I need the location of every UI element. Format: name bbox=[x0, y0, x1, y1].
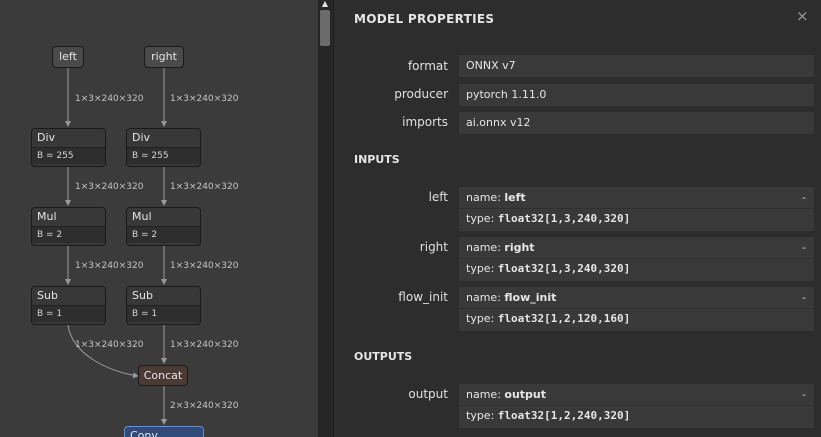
inputs-section-title: INPUTS bbox=[354, 153, 400, 166]
graph-node-mul-right[interactable]: Mul B = 2 bbox=[126, 207, 201, 246]
argument-expand-toggle[interactable]: - bbox=[802, 291, 806, 304]
scroll-up-icon[interactable]: ▲ bbox=[320, 0, 330, 8]
argument-name: name: flow_init bbox=[466, 291, 556, 304]
argument-type-value: float32[1,3,240,320] bbox=[497, 262, 631, 275]
argument-name-prefix: name: bbox=[466, 191, 505, 204]
input-label-flow-init: flow_init bbox=[398, 290, 448, 304]
edge-label-left-div: 1×3×240×320 bbox=[75, 94, 144, 104]
node-type: Div bbox=[32, 129, 105, 147]
argument-name-prefix: name: bbox=[466, 388, 505, 401]
property-label-imports: imports bbox=[402, 115, 448, 129]
node-type: Div bbox=[127, 129, 200, 147]
argument-type-prefix: type: bbox=[466, 312, 498, 325]
scrollbar-thumb[interactable] bbox=[320, 10, 330, 46]
node-attribute: B = 1 bbox=[127, 305, 200, 322]
input-argument-left: name: left - type: float32[1,3,240,320] bbox=[459, 187, 814, 231]
edge-label-div-mul-left: 1×3×240×320 bbox=[75, 182, 144, 192]
argument-type-prefix: type: bbox=[466, 262, 498, 275]
edge-label-sub-concat-right: 1×3×240×320 bbox=[170, 340, 239, 350]
argument-type: type: float32[1,3,240,320] bbox=[466, 262, 630, 275]
graph-node-sub-right[interactable]: Sub B = 1 bbox=[126, 286, 201, 325]
argument-expand-toggle[interactable]: - bbox=[802, 241, 806, 254]
property-label-producer: producer bbox=[394, 87, 448, 101]
node-attribute: B = 1 bbox=[32, 305, 105, 322]
argument-divider bbox=[459, 308, 814, 309]
argument-name-value: right bbox=[504, 241, 535, 254]
argument-type: type: float32[1,2,240,320] bbox=[466, 409, 630, 422]
edge-label-right-div: 1×3×240×320 bbox=[170, 94, 239, 104]
graph-node-mul-left[interactable]: Mul B = 2 bbox=[31, 207, 106, 246]
outputs-section-title: OUTPUTS bbox=[354, 350, 413, 363]
node-type: Mul bbox=[32, 208, 105, 226]
edge-sub-concat-left bbox=[67, 324, 139, 379]
node-type: Mul bbox=[127, 208, 200, 226]
property-value-imports: ai.onnx v12 bbox=[459, 112, 814, 134]
node-type: Sub bbox=[32, 287, 105, 305]
argument-name-prefix: name: bbox=[466, 241, 505, 254]
property-label-format: format bbox=[407, 59, 448, 73]
edge-label-mul-sub-right: 1×3×240×320 bbox=[170, 261, 239, 271]
edge-label-sub-concat-left: 1×3×240×320 bbox=[75, 340, 144, 350]
argument-type-value: float32[1,2,120,160] bbox=[497, 312, 631, 325]
argument-expand-toggle[interactable]: - bbox=[802, 191, 806, 204]
close-icon[interactable]: × bbox=[796, 7, 809, 25]
argument-name: name: output bbox=[466, 388, 546, 401]
node-attribute: B = 2 bbox=[127, 226, 200, 243]
graph-input-left[interactable]: left bbox=[52, 46, 84, 68]
argument-type-value: float32[1,2,240,320] bbox=[497, 409, 631, 422]
graph-input-right[interactable]: right bbox=[144, 46, 184, 68]
argument-name-value: left bbox=[504, 191, 526, 204]
graph-node-sub-left[interactable]: Sub B = 1 bbox=[31, 286, 106, 325]
input-argument-right: name: right - type: float32[1,3,240,320] bbox=[459, 237, 814, 281]
graph-node-conv[interactable]: Conv bbox=[124, 426, 204, 437]
output-label-output: output bbox=[408, 387, 448, 401]
input-label-left: left bbox=[428, 190, 448, 204]
property-value-producer: pytorch 1.11.0 bbox=[459, 84, 814, 106]
node-type: Conv bbox=[130, 429, 158, 437]
argument-name-prefix: name: bbox=[466, 291, 505, 304]
panel-title: MODEL PROPERTIES bbox=[354, 12, 495, 26]
argument-type-value: float32[1,3,240,320] bbox=[497, 212, 631, 225]
graph-input-left-label: left bbox=[59, 50, 77, 63]
argument-name: name: right bbox=[466, 241, 535, 254]
argument-type: type: float32[1,3,240,320] bbox=[466, 212, 630, 225]
node-type: Sub bbox=[127, 287, 200, 305]
model-properties-panel: MODEL PROPERTIES × format ONNX v7 produc… bbox=[333, 0, 821, 437]
argument-divider bbox=[459, 405, 814, 406]
graph-input-right-label: right bbox=[151, 50, 177, 63]
argument-type-prefix: type: bbox=[466, 212, 498, 225]
graph-scrollbar[interactable] bbox=[318, 0, 333, 437]
edge-label-mul-sub-left: 1×3×240×320 bbox=[75, 261, 144, 271]
node-type: Concat bbox=[143, 369, 183, 382]
argument-divider bbox=[459, 258, 814, 259]
argument-name-value: output bbox=[504, 388, 547, 401]
argument-type-prefix: type: bbox=[466, 409, 498, 422]
input-label-right: right bbox=[419, 240, 448, 254]
input-argument-flow-init: name: flow_init - type: float32[1,2,120,… bbox=[459, 287, 814, 331]
argument-name: name: left bbox=[466, 191, 526, 204]
argument-type: type: float32[1,2,120,160] bbox=[466, 312, 630, 325]
graph-node-div-right[interactable]: Div B = 255 bbox=[126, 128, 201, 167]
edge-label-div-mul-right: 1×3×240×320 bbox=[170, 182, 239, 192]
graph-canvas[interactable]: left right 1×3×240×320 1×3×240×320 1×3×2… bbox=[0, 0, 333, 437]
node-attribute: B = 2 bbox=[32, 226, 105, 243]
property-value-format: ONNX v7 bbox=[459, 55, 814, 77]
node-attribute: B = 255 bbox=[127, 147, 200, 164]
argument-name-value: flow_init bbox=[504, 291, 557, 304]
node-attribute: B = 255 bbox=[32, 147, 105, 164]
argument-divider bbox=[459, 208, 814, 209]
edge-label-concat-conv: 2×3×240×320 bbox=[170, 401, 239, 411]
graph-node-concat[interactable]: Concat bbox=[138, 365, 188, 386]
output-argument-output: name: output - type: float32[1,2,240,320… bbox=[459, 384, 814, 428]
argument-expand-toggle[interactable]: - bbox=[802, 388, 806, 401]
graph-node-div-left[interactable]: Div B = 255 bbox=[31, 128, 106, 167]
